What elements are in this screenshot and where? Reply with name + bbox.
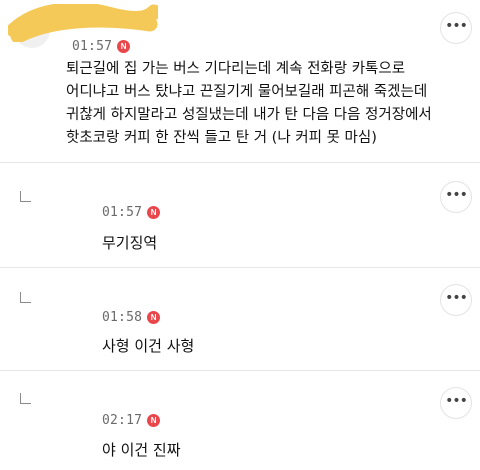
post: 01:57 N ••• 퇴근길에 집 가는 버스 기다리는데 계속 전화랑 카톡… <box>0 0 480 163</box>
reply-item: 01:57 N ••• 무기징역 <box>0 163 480 268</box>
new-badge-icon: N <box>117 40 131 53</box>
reply-item: 01:58 N ••• 사형 이건 사형 <box>0 268 480 371</box>
reply-time: 02:17 <box>102 413 143 428</box>
ellipsis-icon: ••• <box>445 393 468 409</box>
reply-time: 01:58 <box>102 310 143 325</box>
reply-arrow-icon <box>20 393 31 404</box>
reply-text: 사형 이건 사형 <box>102 337 195 355</box>
ellipsis-icon: ••• <box>445 187 468 203</box>
more-options-button[interactable]: ••• <box>440 284 472 316</box>
more-options-button[interactable]: ••• <box>440 12 472 44</box>
post-meta: 01:57 N <box>72 39 131 54</box>
reply-item: 02:17 N ••• 야 이건 진짜 <box>0 371 480 470</box>
post-body-line: 핫초코랑 커피 한 잔씩 들고 탄 거 (나 커피 못 마심) <box>66 130 377 146</box>
reply-meta: 01:57 N <box>102 205 161 220</box>
new-badge-icon: N <box>147 311 161 324</box>
reply-meta: 01:58 N <box>102 310 161 325</box>
post-body-line: 귀찮게 하지말라고 성질냈는데 내가 탄 다음 다음 정거장에서 <box>66 107 432 123</box>
post-body-line: 어디냐고 버스 탔냐고 끈질기게 물어보길래 피곤해 죽겠는데 <box>66 84 428 100</box>
post-body: 퇴근길에 집 가는 버스 기다리는데 계속 전화랑 카톡으로 어디냐고 버스 탔… <box>66 58 466 150</box>
more-options-button[interactable]: ••• <box>440 387 472 419</box>
reply-arrow-icon <box>20 191 31 202</box>
new-badge-icon: N <box>147 414 161 427</box>
new-badge-icon: N <box>147 206 161 219</box>
ellipsis-icon: ••• <box>445 290 468 306</box>
ellipsis-icon: ••• <box>445 18 468 34</box>
post-body-line: 퇴근길에 집 가는 버스 기다리는데 계속 전화랑 카톡으로 <box>66 61 406 77</box>
post-time: 01:57 <box>72 39 113 54</box>
reply-arrow-icon <box>20 292 31 303</box>
reply-meta: 02:17 N <box>102 413 161 428</box>
reply-text: 야 이건 진짜 <box>102 441 181 459</box>
reply-text: 무기징역 <box>102 234 158 252</box>
reply-time: 01:57 <box>102 205 143 220</box>
avatar[interactable] <box>14 12 50 48</box>
more-options-button[interactable]: ••• <box>440 181 472 213</box>
